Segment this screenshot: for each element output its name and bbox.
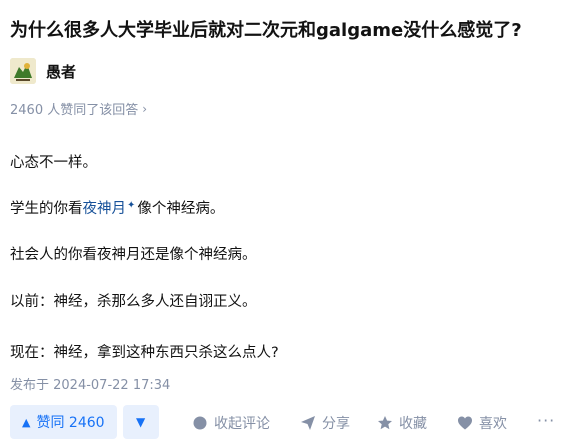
like-label: 喜欢 xyxy=(479,416,507,432)
vote-count-text: 2460 人赞同了该回答 xyxy=(10,103,139,118)
downvote-arrow-icon: ▼ xyxy=(135,415,146,429)
upvote-arrow-icon: ▲ xyxy=(22,415,31,429)
search-sparkle-icon[interactable]: ✦ xyxy=(127,200,135,211)
paragraph-2-before: 学生的你看 xyxy=(10,201,83,217)
downvote-button[interactable]: ▼ xyxy=(122,405,159,439)
answer-paragraph-4: 以前：神经，杀那么多人还自诩正义。 xyxy=(10,294,257,310)
more-icon: ··· xyxy=(537,411,556,430)
question-title[interactable]: 为什么很多人大学毕业后就对二次元和galgame没什么感觉了? xyxy=(10,16,522,42)
star-icon xyxy=(378,416,392,430)
favorite-button[interactable]: 收藏 xyxy=(377,413,427,433)
heart-icon xyxy=(458,416,472,430)
favorite-label: 收藏 xyxy=(399,416,427,432)
collapse-comments-label: 收起评论 xyxy=(214,416,270,432)
publish-time[interactable]: 发布于 2024-07-22 17:34 xyxy=(10,374,170,393)
answer-paragraph-2: 学生的你看夜神月✦ 像个神经病。 xyxy=(10,197,224,218)
upvote-button[interactable]: ▲ 赞同 2460 xyxy=(10,405,117,439)
collapse-comments-button[interactable]: 收起评论 xyxy=(192,413,270,433)
share-button[interactable]: 分享 xyxy=(300,413,350,433)
share-icon xyxy=(301,416,315,430)
action-bar: ▲ 赞同 2460 ▼ 收起评论 分享 收藏 喜欢 ··· xyxy=(10,405,554,439)
answer-paragraph-3: 社会人的你看夜神月还是像个神经病。 xyxy=(10,247,257,263)
like-button[interactable]: 喜欢 xyxy=(457,413,507,433)
author-row: 愚者 xyxy=(10,58,76,84)
answer-paragraph-1: 心态不一样。 xyxy=(10,155,97,171)
upvote-label: 赞同 2460 xyxy=(36,415,105,431)
vote-count-link[interactable]: 2460 人赞同了该回答 › xyxy=(10,99,148,119)
keyword-link-yagami-light[interactable]: 夜神月 xyxy=(83,201,127,217)
more-options-button[interactable]: ··· xyxy=(537,411,555,430)
paragraph-2-after: 像个神经病。 xyxy=(137,201,225,217)
comment-icon xyxy=(193,416,207,430)
avatar[interactable] xyxy=(10,58,36,84)
avatar-image xyxy=(10,58,36,84)
chevron-right-icon: › xyxy=(142,101,148,116)
answer-paragraph-5: 现在：神经，拿到这种东西只杀这么点人? xyxy=(10,345,279,361)
author-name[interactable]: 愚者 xyxy=(46,61,76,82)
share-label: 分享 xyxy=(322,416,350,432)
